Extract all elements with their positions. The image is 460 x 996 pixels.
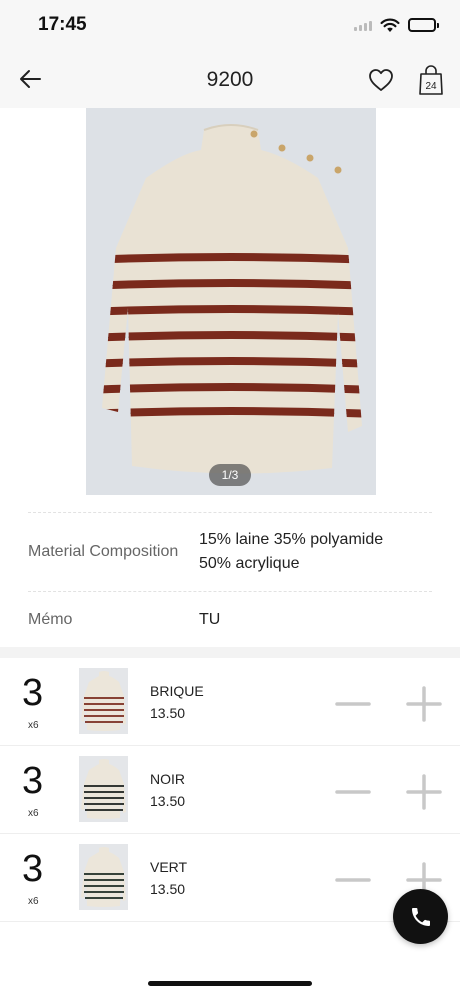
variant-multiplier: x6: [28, 808, 39, 819]
variant-multiplier: x6: [28, 896, 39, 907]
variant-quantity: 3: [22, 848, 44, 890]
variant-quantity: 3: [22, 672, 44, 714]
attribute-value-memo: TU: [199, 611, 221, 628]
variant-price: 13.50: [150, 793, 186, 809]
divider: [28, 512, 432, 513]
decrease-quantity-button[interactable]: [335, 774, 371, 810]
back-arrow-icon: [20, 70, 41, 88]
cellular-signal-icon: [354, 19, 372, 31]
variant-quantity: 3: [22, 760, 44, 802]
phone-icon: [411, 907, 430, 926]
variant-thumbnail[interactable]: [79, 756, 128, 822]
decrease-quantity-button[interactable]: [335, 686, 371, 722]
variant-row: 3 x6 VERT 13.50: [0, 834, 460, 922]
variant-name: NOIR: [150, 771, 185, 787]
variant-price: 13.50: [150, 705, 186, 721]
variant-photo: [79, 668, 128, 734]
back-button[interactable]: [14, 63, 46, 95]
variant-multiplier: x6: [28, 720, 39, 731]
shopping-bag-icon: 24: [419, 65, 443, 95]
variant-photo: [79, 844, 128, 910]
heart-icon: [369, 69, 393, 91]
attribute-label-material: Material Composition: [28, 543, 179, 560]
cart-button[interactable]: 24: [416, 64, 446, 96]
minus-icon: [335, 702, 371, 706]
variant-thumbnail[interactable]: [79, 668, 128, 734]
increase-quantity-button[interactable]: [404, 772, 444, 812]
sweater-photo: [86, 108, 376, 495]
decrease-quantity-button[interactable]: [335, 862, 371, 898]
variant-photo: [79, 756, 128, 822]
variant-row: 3 x6 NOIR 13.50: [0, 746, 460, 834]
call-button[interactable]: [393, 889, 448, 944]
plus-icon: [406, 686, 442, 722]
image-counter: 1/3: [209, 464, 251, 486]
material-line-2: 50% acrylique: [199, 555, 300, 572]
section-separator: [0, 647, 460, 658]
nav-bar: 9200 24: [0, 50, 460, 108]
minus-icon: [335, 878, 371, 882]
wifi-icon: [380, 18, 400, 32]
variant-row: 3 x6 BRIQUE 13.50: [0, 658, 460, 746]
plus-icon: [406, 774, 442, 810]
variant-name: VERT: [150, 859, 188, 875]
status-bar: 17:45: [0, 0, 460, 50]
status-icons: [354, 14, 439, 36]
divider: [28, 591, 432, 592]
minus-icon: [335, 790, 371, 794]
battery-icon: [408, 18, 439, 32]
variant-thumbnail[interactable]: [79, 844, 128, 910]
product-image[interactable]: [86, 108, 376, 495]
material-line-1: 15% laine 35% polyamide: [199, 531, 384, 548]
favorite-button[interactable]: [366, 65, 396, 95]
cart-count: 24: [425, 81, 437, 92]
status-time: 17:45: [38, 14, 87, 35]
home-indicator: [148, 981, 312, 986]
variant-price: 13.50: [150, 881, 186, 897]
attribute-label-memo: Mémo: [28, 611, 73, 628]
variant-name: BRIQUE: [150, 683, 204, 699]
increase-quantity-button[interactable]: [404, 684, 444, 724]
attribute-value-material: 15% laine 35% polyamide 50% acrylique: [199, 528, 383, 576]
